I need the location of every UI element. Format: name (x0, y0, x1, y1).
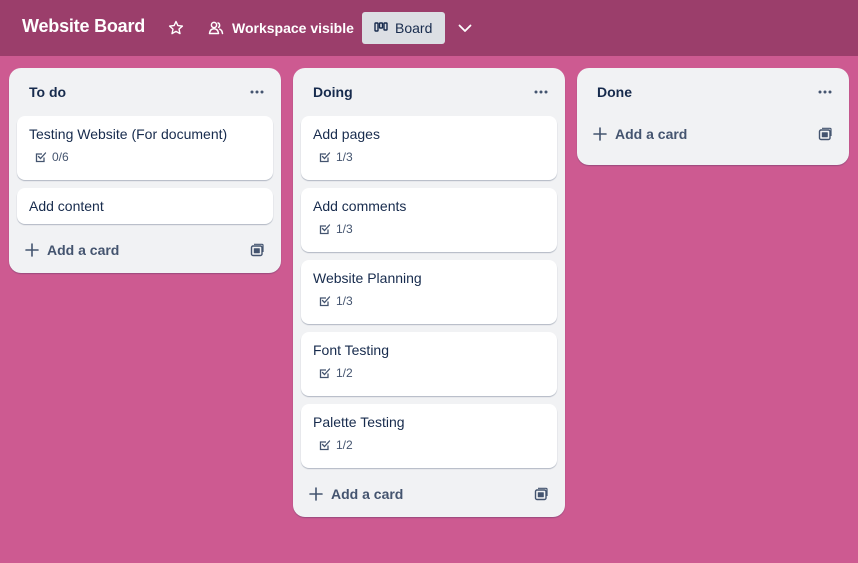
card[interactable]: Website Planning 1/3 (301, 260, 557, 324)
add-card-button[interactable]: Add a card (585, 118, 805, 150)
plus-icon (309, 487, 323, 501)
add-card-row: Add a card (9, 232, 281, 276)
list-title[interactable]: Done (597, 84, 632, 100)
board-title[interactable]: Website Board (22, 16, 145, 37)
chevron-down-icon (458, 24, 472, 32)
board-header: Website Board Workspace visible Board (0, 0, 858, 56)
create-from-template-button[interactable] (241, 234, 273, 266)
list-header: Doing (293, 68, 565, 116)
checklist-icon (319, 152, 331, 163)
card-title: Palette Testing (313, 414, 405, 430)
card[interactable]: Add comments 1/3 (301, 188, 557, 252)
card[interactable]: Testing Website (For document) 0/6 (17, 116, 273, 180)
card-title: Add content (29, 198, 104, 214)
list-menu-button[interactable] (241, 78, 273, 106)
checklist-icon (319, 440, 331, 451)
checklist-icon (35, 152, 47, 163)
view-switcher-button[interactable] (451, 14, 479, 42)
board-view-button[interactable]: Board (362, 12, 445, 44)
checklist-count: 1/2 (336, 438, 353, 452)
star-icon (168, 20, 184, 35)
checklist-badge: 1/3 (319, 150, 545, 164)
checklist-badge: 1/2 (319, 366, 545, 380)
list-done: Done Add a card (577, 68, 849, 165)
create-from-template-button[interactable] (525, 478, 557, 510)
more-icon (250, 90, 264, 94)
workspace-visibility-button[interactable]: Workspace visible (200, 12, 362, 44)
create-from-template-button[interactable] (809, 118, 841, 150)
card-title: Website Planning (313, 270, 422, 286)
list-title[interactable]: Doing (313, 84, 353, 100)
checklist-count: 1/3 (336, 222, 353, 236)
more-icon (818, 90, 832, 94)
card[interactable]: Add pages 1/3 (301, 116, 557, 180)
template-icon (534, 487, 548, 501)
card-title: Font Testing (313, 342, 390, 358)
list-title[interactable]: To do (29, 84, 66, 100)
checklist-icon (319, 224, 331, 235)
checklist-count: 1/2 (336, 366, 353, 380)
add-card-label: Add a card (47, 242, 120, 258)
checklist-badge: 1/2 (319, 438, 545, 452)
card-list: Testing Website (For document) 0/6 Add c… (9, 116, 281, 224)
list-menu-button[interactable] (809, 78, 841, 106)
template-icon (250, 243, 264, 257)
checklist-count: 0/6 (52, 150, 69, 164)
board-view-icon (374, 22, 388, 32)
checklist-count: 1/3 (336, 294, 353, 308)
add-card-label: Add a card (615, 126, 688, 142)
add-card-button[interactable]: Add a card (17, 234, 237, 266)
checklist-badge: 1/3 (319, 294, 545, 308)
list-menu-button[interactable] (525, 78, 557, 106)
people-icon (208, 21, 224, 35)
checklist-badge: 0/6 (35, 150, 261, 164)
list-to-do: To do Testing Website (For document) 0/6… (9, 68, 281, 273)
view-label: Board (395, 20, 433, 36)
card-title: Testing Website (For document) (29, 126, 228, 142)
checklist-count: 1/3 (336, 150, 353, 164)
card-title: Add comments (313, 198, 407, 214)
plus-icon (25, 243, 39, 257)
add-card-label: Add a card (331, 486, 404, 502)
add-card-row: Add a card (293, 476, 565, 520)
checklist-badge: 1/3 (319, 222, 545, 236)
card[interactable]: Add content (17, 188, 273, 224)
add-card-row: Add a card (577, 116, 849, 160)
plus-icon (593, 127, 607, 141)
card-title: Add pages (313, 126, 380, 142)
more-icon (534, 90, 548, 94)
card-list: Add pages 1/3 Add comments 1/3 Website P… (293, 116, 565, 468)
template-icon (818, 127, 832, 141)
list-header: Done (577, 68, 849, 116)
list-doing: Doing Add pages 1/3 Add comments 1/3 Web… (293, 68, 565, 517)
add-card-button[interactable]: Add a card (301, 478, 521, 510)
star-button[interactable] (162, 14, 190, 42)
checklist-icon (319, 296, 331, 307)
card[interactable]: Font Testing 1/2 (301, 332, 557, 396)
checklist-icon (319, 368, 331, 379)
visibility-label: Workspace visible (232, 20, 354, 36)
list-header: To do (9, 68, 281, 116)
card[interactable]: Palette Testing 1/2 (301, 404, 557, 468)
